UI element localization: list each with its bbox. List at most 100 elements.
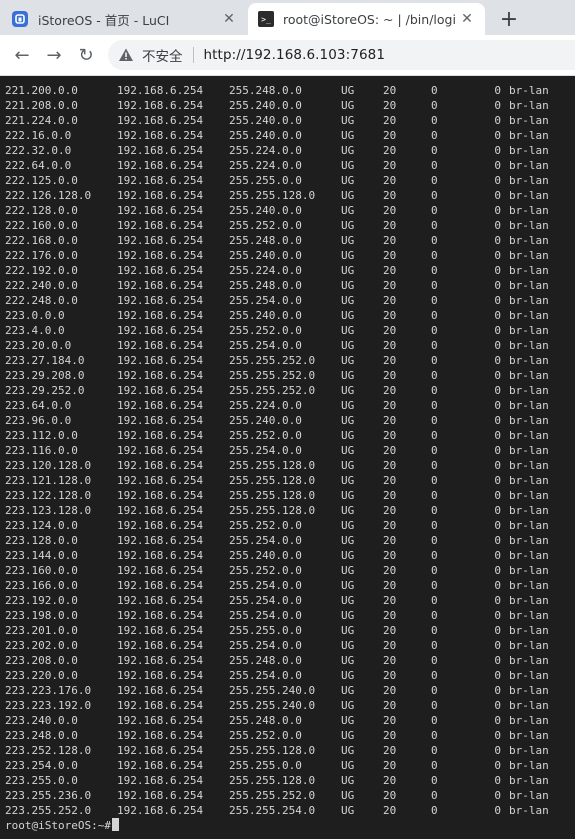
route-ref: 0 — [431, 309, 438, 322]
route-flags: UG — [341, 669, 355, 682]
tab-terminal[interactable]: >_ root@iStoreOS: ~ | /bin/login ✕ — [248, 3, 485, 35]
route-iface: br-lan — [509, 294, 549, 307]
forward-button[interactable]: → — [40, 41, 68, 69]
route-gateway: 192.168.6.254 — [117, 114, 204, 127]
route-destination: 223.116.0.0 — [5, 444, 78, 457]
route-gateway: 192.168.6.254 — [117, 369, 204, 382]
route-metric: 20 — [383, 504, 397, 517]
route-ref: 0 — [431, 114, 438, 127]
route-gateway: 192.168.6.254 — [117, 534, 204, 547]
route-ref: 0 — [431, 429, 438, 442]
route-destination: 223.96.0.0 — [5, 414, 72, 427]
route-metric: 20 — [383, 774, 397, 787]
route-use: 0 — [494, 774, 501, 787]
route-iface: br-lan — [509, 789, 549, 802]
route-gateway: 192.168.6.254 — [117, 174, 204, 187]
route-flags: UG — [341, 249, 355, 262]
route-ref: 0 — [431, 459, 438, 472]
route-iface: br-lan — [509, 189, 549, 202]
reload-button[interactable]: ↻ — [72, 41, 100, 69]
route-use: 0 — [494, 414, 501, 427]
route-use: 0 — [494, 129, 501, 142]
back-button[interactable]: ← — [8, 41, 36, 69]
route-destination: 223.64.0.0 — [5, 399, 72, 412]
route-metric: 20 — [383, 114, 397, 127]
route-ref: 0 — [431, 789, 438, 802]
route-flags: UG — [341, 339, 355, 352]
route-iface: br-lan — [509, 579, 549, 592]
close-icon[interactable]: ✕ — [219, 9, 239, 29]
route-metric: 20 — [383, 189, 397, 202]
route-metric: 20 — [383, 534, 397, 547]
route-destination: 223.223.192.0 — [5, 699, 92, 712]
tab-istoreos-luci[interactable]: iStoreOS - 首页 - LuCI ✕ — [0, 3, 247, 35]
route-genmask: 255.240.0.0 — [229, 99, 302, 112]
istoreos-favicon-icon — [12, 11, 28, 27]
route-genmask: 255.255.128.0 — [229, 774, 316, 787]
route-flags: UG — [341, 234, 355, 247]
route-metric: 20 — [383, 414, 397, 427]
route-destination: 223.120.128.0 — [5, 459, 92, 472]
route-use: 0 — [494, 474, 501, 487]
route-ref: 0 — [431, 714, 438, 727]
route-iface: br-lan — [509, 519, 549, 532]
route-use: 0 — [494, 519, 501, 532]
route-flags: UG — [341, 309, 355, 322]
route-ref: 0 — [431, 264, 438, 277]
route-iface: br-lan — [509, 594, 549, 607]
url-text[interactable]: http://192.168.6.103:7681 — [204, 47, 386, 63]
route-genmask: 255.255.0.0 — [229, 624, 302, 637]
route-gateway: 192.168.6.254 — [117, 594, 204, 607]
warning-icon[interactable] — [118, 47, 134, 63]
route-metric: 20 — [383, 474, 397, 487]
route-iface: br-lan — [509, 354, 549, 367]
route-metric: 20 — [383, 144, 397, 157]
route-iface: br-lan — [509, 429, 549, 442]
route-destination: 223.112.0.0 — [5, 429, 78, 442]
route-genmask: 255.240.0.0 — [229, 114, 302, 127]
route-flags: UG — [341, 459, 355, 472]
route-flags: UG — [341, 204, 355, 217]
route-flags: UG — [341, 564, 355, 577]
route-metric: 20 — [383, 714, 397, 727]
route-flags: UG — [341, 759, 355, 772]
route-destination: 221.200.0.0 — [5, 84, 78, 97]
route-ref: 0 — [431, 669, 438, 682]
route-genmask: 255.224.0.0 — [229, 159, 302, 172]
shell-prompt[interactable]: root@iStoreOS:~# — [5, 818, 119, 833]
route-use: 0 — [494, 84, 501, 97]
route-flags: UG — [341, 144, 355, 157]
prompt-text: root@iStoreOS:~# — [5, 819, 111, 832]
route-flags: UG — [341, 444, 355, 457]
close-icon[interactable]: ✕ — [457, 9, 477, 29]
route-gateway: 192.168.6.254 — [117, 744, 204, 757]
route-gateway: 192.168.6.254 — [117, 714, 204, 727]
route-destination: 223.144.0.0 — [5, 549, 78, 562]
route-genmask: 255.240.0.0 — [229, 309, 302, 322]
route-genmask: 255.254.0.0 — [229, 594, 302, 607]
route-metric: 20 — [383, 279, 397, 292]
route-destination: 222.192.0.0 — [5, 264, 78, 277]
route-genmask: 255.254.0.0 — [229, 294, 302, 307]
route-iface: br-lan — [509, 744, 549, 757]
route-ref: 0 — [431, 684, 438, 697]
new-tab-button[interactable]: + — [496, 6, 522, 32]
route-genmask: 255.255.0.0 — [229, 759, 302, 772]
route-flags: UG — [341, 639, 355, 652]
route-genmask: 255.224.0.0 — [229, 144, 302, 157]
route-use: 0 — [494, 609, 501, 622]
security-label[interactable]: 不安全 — [142, 45, 183, 65]
route-metric: 20 — [383, 264, 397, 277]
route-ref: 0 — [431, 324, 438, 337]
route-metric: 20 — [383, 159, 397, 172]
route-ref: 0 — [431, 204, 438, 217]
route-flags: UG — [341, 714, 355, 727]
route-ref: 0 — [431, 354, 438, 367]
route-use: 0 — [494, 249, 501, 262]
route-flags: UG — [341, 354, 355, 367]
route-gateway: 192.168.6.254 — [117, 729, 204, 742]
terminal-output[interactable]: 221.200.0.0 192.168.6.254 255.248.0.0 UG 20 0… — [0, 76, 575, 839]
route-use: 0 — [494, 204, 501, 217]
route-flags: UG — [341, 384, 355, 397]
address-bar[interactable]: 不安全 http://192.168.6.103:7681 — [108, 40, 575, 70]
